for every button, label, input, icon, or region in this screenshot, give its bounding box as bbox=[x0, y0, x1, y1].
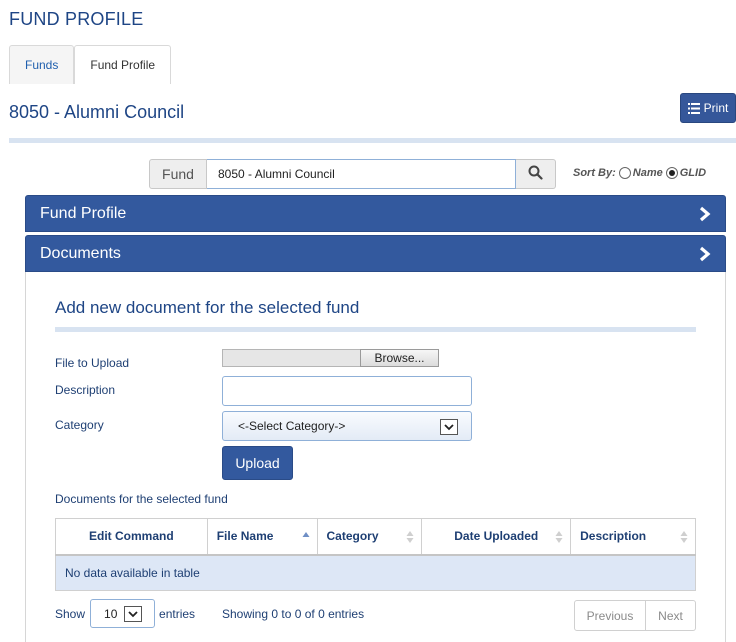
chevron-right-icon bbox=[699, 246, 711, 267]
table-info: Showing 0 to 0 of 0 entries bbox=[222, 607, 365, 621]
pagination: Previous Next bbox=[574, 600, 696, 631]
page-length-value: 10 bbox=[104, 606, 118, 621]
sort-icon bbox=[406, 531, 414, 543]
sort-name-label: Name bbox=[632, 167, 663, 179]
fund-search-input[interactable] bbox=[207, 159, 516, 189]
documents-caption: Documents for the selected fund bbox=[55, 492, 228, 506]
fund-search-group: Fund bbox=[149, 159, 556, 189]
page-length-control: Show 10 entries bbox=[55, 599, 195, 628]
category-select[interactable]: <-Select Category-> bbox=[222, 411, 472, 441]
chevron-down-icon bbox=[440, 419, 458, 435]
col-description[interactable]: Description bbox=[570, 518, 696, 556]
browse-button[interactable]: Browse... bbox=[360, 349, 439, 367]
sort-glid-label: GLID bbox=[679, 167, 707, 179]
fund-profile-panel-header[interactable]: Fund Profile bbox=[25, 195, 726, 232]
entries-label: entries bbox=[159, 606, 196, 621]
col-date-uploaded[interactable]: Date Uploaded bbox=[421, 518, 572, 556]
description-label: Description bbox=[55, 383, 116, 397]
print-label: Print bbox=[703, 101, 729, 115]
fund-profile-panel-title: Fund Profile bbox=[40, 204, 127, 222]
add-document-title: Add new document for the selected fund bbox=[55, 298, 360, 317]
sort-icon bbox=[555, 531, 563, 543]
col-category[interactable]: Category bbox=[316, 518, 423, 556]
file-upload-label: File to Upload bbox=[55, 356, 130, 370]
documents-panel-header[interactable]: Documents bbox=[25, 235, 726, 272]
category-label: Category bbox=[55, 418, 104, 432]
category-selected-value: <-Select Category-> bbox=[238, 419, 346, 433]
sort-by-label: Sort By: bbox=[573, 167, 616, 179]
search-icon bbox=[528, 165, 543, 183]
page-title: FUND PROFILE bbox=[9, 9, 144, 29]
fund-heading: 8050 - Alumni Council bbox=[9, 102, 185, 122]
sort-by: Sort By: Name GLID bbox=[573, 167, 706, 179]
documents-panel-title: Documents bbox=[40, 244, 121, 262]
fund-search-button[interactable] bbox=[516, 159, 556, 189]
upload-button[interactable]: Upload bbox=[222, 446, 293, 480]
next-page-button[interactable]: Next bbox=[646, 600, 696, 631]
form-divider bbox=[55, 327, 696, 332]
sort-icon bbox=[680, 531, 688, 543]
chevron-down-icon bbox=[124, 606, 143, 622]
description-field[interactable] bbox=[222, 376, 472, 406]
fund-addon-label: Fund bbox=[149, 159, 207, 189]
chevron-right-icon bbox=[699, 206, 711, 227]
sort-glid-radio[interactable] bbox=[665, 167, 678, 179]
file-upload-field[interactable]: Browse... bbox=[222, 349, 439, 367]
tab-bar: Funds Fund Profile bbox=[9, 45, 172, 84]
empty-table-message: No data available in table bbox=[55, 554, 696, 591]
col-file-name[interactable]: File Name bbox=[206, 518, 318, 556]
print-button[interactable]: Print bbox=[680, 93, 736, 123]
header-divider bbox=[9, 138, 736, 143]
table-row: No data available in table bbox=[55, 554, 696, 591]
page-length-select[interactable]: 10 bbox=[90, 599, 156, 628]
sort-name-radio[interactable] bbox=[618, 167, 631, 179]
documents-table: Edit Command File Name Category Date Upl… bbox=[55, 518, 696, 591]
tab-funds[interactable]: Funds bbox=[9, 45, 75, 84]
tab-fund-profile[interactable]: Fund Profile bbox=[74, 45, 172, 84]
list-icon bbox=[687, 102, 700, 114]
previous-page-button[interactable]: Previous bbox=[574, 600, 646, 631]
col-edit-command[interactable]: Edit Command bbox=[55, 518, 208, 556]
show-label: Show bbox=[55, 606, 86, 621]
sort-asc-icon bbox=[302, 532, 310, 537]
